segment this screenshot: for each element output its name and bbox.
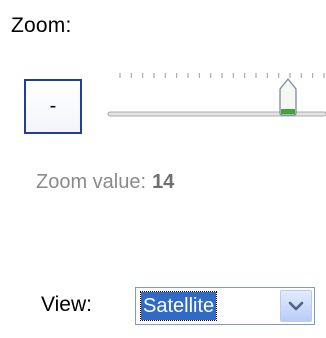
- dropdown-button[interactable]: [280, 290, 312, 322]
- zoom-heading: Zoom:: [11, 14, 72, 37]
- zoom-value-text: Zoom value: 14: [36, 171, 174, 194]
- zoom-value-label: Zoom value:: [36, 171, 147, 193]
- zoom-slider-graphic: [107, 73, 326, 117]
- slider-ticks: [119, 73, 325, 78]
- slider-thumb[interactable]: [279, 77, 297, 116]
- zoom-slider[interactable]: [106, 66, 326, 146]
- zoom-value-number: 14: [152, 171, 175, 193]
- zoom-out-button[interactable]: -: [24, 79, 82, 134]
- view-label: View:: [41, 293, 92, 316]
- chevron-down-icon: [288, 301, 304, 311]
- view-select[interactable]: Satellite: [135, 287, 315, 325]
- view-selected-value: Satellite: [139, 291, 218, 321]
